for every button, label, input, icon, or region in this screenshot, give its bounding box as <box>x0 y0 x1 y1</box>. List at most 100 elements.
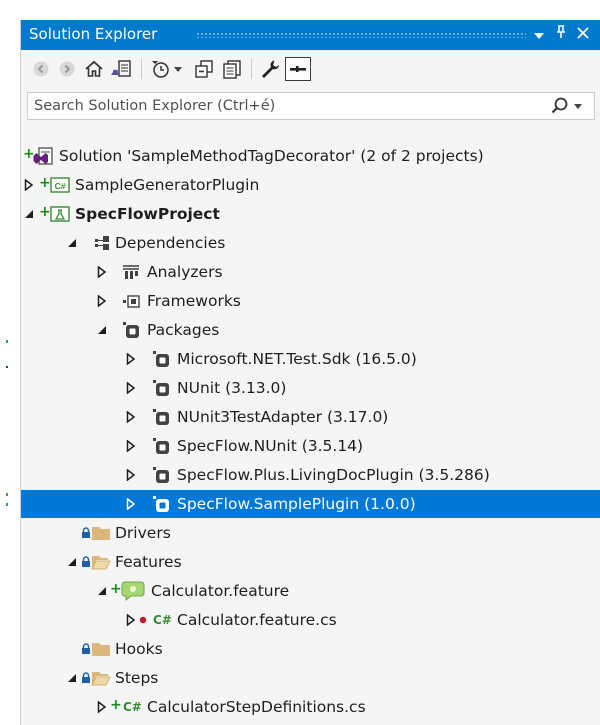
collapse-arrow-icon[interactable] <box>96 585 108 597</box>
analyzers-icon <box>121 263 141 281</box>
search-options-chevron-icon[interactable] <box>574 97 588 117</box>
tree-item-cs-file[interactable]: + C# CalculatorStepDefinitions.cs <box>21 693 600 721</box>
modified-dot-icon <box>139 616 147 624</box>
added-indicator-icon: + <box>110 581 122 597</box>
gutter-marker <box>6 503 8 506</box>
toolbar <box>21 50 600 88</box>
window-dropdown-icon[interactable] <box>529 24 549 46</box>
collapse-arrow-icon[interactable] <box>23 208 35 220</box>
collapse-arrow-icon[interactable] <box>66 672 78 684</box>
toolbar-separator <box>251 59 252 79</box>
toolbar-separator <box>141 59 142 79</box>
added-indicator-icon: + <box>39 204 51 220</box>
tree-item-feature-file[interactable]: + Calculator.feature <box>21 577 600 605</box>
editor-gutter <box>0 0 18 725</box>
expand-arrow-icon[interactable] <box>96 295 108 307</box>
added-indicator-icon: + <box>110 697 122 713</box>
nuget-package-icon <box>151 465 171 485</box>
drag-grip[interactable] <box>196 32 526 38</box>
tree-item-label: Calculator.feature <box>151 582 290 600</box>
tree-item-label: Dependencies <box>115 234 226 252</box>
lock-icon <box>81 527 91 539</box>
gutter-marker <box>6 366 8 368</box>
lock-icon <box>81 643 91 655</box>
collapse-all-icon[interactable] <box>193 58 215 80</box>
expand-arrow-icon[interactable] <box>125 353 137 365</box>
collapse-arrow-icon[interactable] <box>96 324 108 336</box>
switch-views-icon[interactable] <box>109 58 133 80</box>
expand-arrow-icon[interactable] <box>96 701 108 713</box>
tree-item-package[interactable]: SpecFlow.NUnit (3.5.14) <box>21 432 600 460</box>
tree-item-label: Packages <box>147 321 220 339</box>
tree-item-folder-hooks[interactable]: Hooks <box>21 635 600 663</box>
preview-selected-items-icon[interactable] <box>285 57 311 81</box>
expand-arrow-icon[interactable] <box>125 440 137 452</box>
tree-item-project[interactable]: + SpecFlowProject <box>21 200 600 228</box>
collapse-arrow-icon[interactable] <box>66 237 78 249</box>
tree-item-label: Solution 'SampleMethodTagDecorator' (2 o… <box>59 147 484 165</box>
lock-icon <box>81 672 91 684</box>
search-box <box>27 92 595 120</box>
nuget-package-icon <box>151 436 171 456</box>
folder-icon <box>91 640 111 658</box>
tree-item-label: SpecFlow.Plus.LivingDocPlugin (3.5.286) <box>177 466 490 484</box>
collapse-arrow-icon[interactable] <box>66 556 78 568</box>
back-icon[interactable] <box>31 58 51 80</box>
gutter-marker <box>6 340 8 343</box>
svg-text:C#: C# <box>55 181 66 191</box>
pending-changes-filter-icon[interactable] <box>149 58 171 80</box>
csharp-file-icon: C# <box>123 700 142 714</box>
tree-item-project[interactable]: + C# SampleGeneratorPlugin <box>21 171 600 199</box>
tree-item-label: NUnit (3.13.0) <box>177 379 287 397</box>
tree-item-package[interactable]: NUnit (3.13.0) <box>21 374 600 402</box>
tree-item-label: SpecFlowProject <box>75 205 220 223</box>
tree-item-label: SampleGeneratorPlugin <box>75 176 260 194</box>
csharp-project-icon: C# <box>50 175 70 195</box>
tree-item-label: Analyzers <box>147 263 223 281</box>
nuget-package-icon <box>151 378 171 398</box>
title-bar[interactable]: Solution Explorer <box>21 20 600 50</box>
properties-icon[interactable] <box>259 58 281 80</box>
tree-item-label: CalculatorStepDefinitions.cs <box>147 698 366 716</box>
expand-arrow-icon[interactable] <box>125 469 137 481</box>
tree-item-label: Features <box>115 553 182 571</box>
expand-arrow-icon[interactable] <box>125 498 137 510</box>
tree-item-solution[interactable]: + Solution 'SampleMethodTagDecorator' (2… <box>21 142 600 170</box>
packages-icon <box>121 320 141 340</box>
feature-file-icon <box>121 580 145 602</box>
tree-item-folder-drivers[interactable]: Drivers <box>21 519 600 547</box>
solution-explorer-panel: Solution Explorer Search Solution Explor… <box>20 20 600 725</box>
expand-arrow-icon[interactable] <box>125 411 137 423</box>
tree-item-label: Hooks <box>115 640 163 658</box>
tree-item-cs-file[interactable]: C# Calculator.feature.cs <box>21 606 600 634</box>
expand-arrow-icon[interactable] <box>125 614 137 626</box>
expand-arrow-icon[interactable] <box>125 382 137 394</box>
tree-item-package-selected[interactable]: SpecFlow.SamplePlugin (1.0.0) <box>21 490 600 518</box>
tree-item-package[interactable]: NUnit3TestAdapter (3.17.0) <box>21 403 600 431</box>
pin-icon[interactable] <box>551 24 571 46</box>
added-indicator-icon: + <box>39 175 51 191</box>
tree-item-package[interactable]: SpecFlow.Plus.LivingDocPlugin (3.5.286) <box>21 461 600 489</box>
panel-title: Solution Explorer <box>29 25 158 43</box>
tree-item-analyzers[interactable]: Analyzers <box>21 258 600 286</box>
home-icon[interactable] <box>83 58 105 80</box>
tree-item-folder-steps[interactable]: Steps <box>21 664 600 692</box>
forward-icon[interactable] <box>57 58 77 80</box>
search-icon[interactable] <box>550 96 570 116</box>
tree-item-dependencies[interactable]: Dependencies <box>21 229 600 257</box>
close-icon[interactable] <box>573 24 593 46</box>
expand-arrow-icon[interactable] <box>96 266 108 278</box>
tree-item-frameworks[interactable]: Frameworks <box>21 287 600 315</box>
tree-item-label: Calculator.feature.cs <box>177 611 337 629</box>
tree-item-package[interactable]: Microsoft.NET.Test.Sdk (16.5.0) <box>21 345 600 373</box>
lock-icon <box>81 556 91 568</box>
tree-item-folder-features[interactable]: Features <box>21 548 600 576</box>
tree-item-label: NUnit3TestAdapter (3.17.0) <box>177 408 389 426</box>
filter-dropdown-icon[interactable] <box>173 58 183 80</box>
show-all-files-icon[interactable] <box>221 58 243 80</box>
tree-item-label: Steps <box>115 669 159 687</box>
solution-icon <box>33 146 53 166</box>
tree-item-packages[interactable]: Packages <box>21 316 600 344</box>
search-input[interactable] <box>28 93 560 119</box>
expand-arrow-icon[interactable] <box>23 179 35 191</box>
